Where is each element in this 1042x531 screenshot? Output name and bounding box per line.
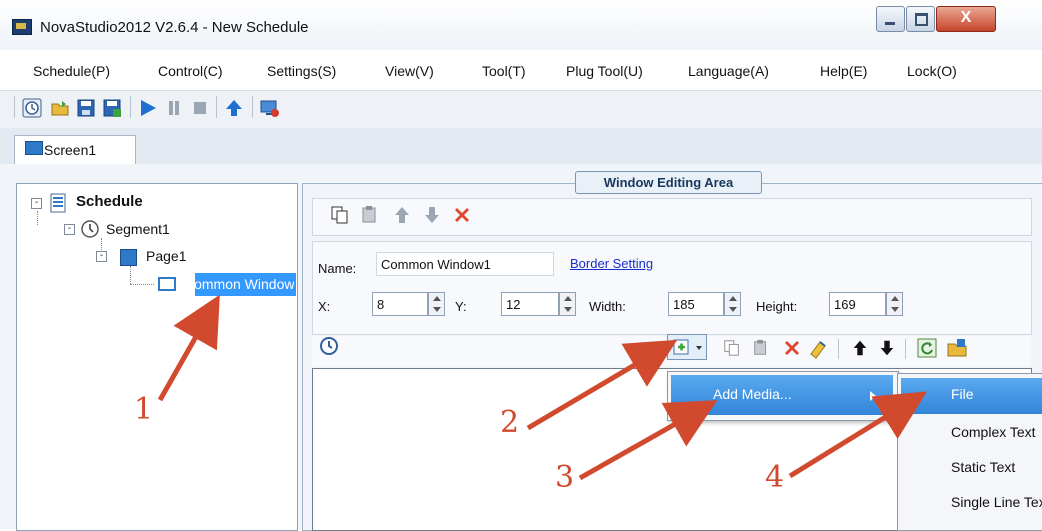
annotation-number-1: 1 (134, 392, 154, 427)
annotation-arrow-2 (526, 339, 678, 431)
annotation-number-3: 3 (555, 460, 575, 495)
annotation-arrow-1 (157, 294, 220, 402)
annotation-arrows (157, 294, 928, 481)
annotation-number-2: 2 (500, 405, 520, 440)
annotation-arrow-4 (788, 391, 928, 479)
annotation-arrow-3 (578, 400, 718, 481)
annotation-number-4: 4 (765, 460, 785, 495)
